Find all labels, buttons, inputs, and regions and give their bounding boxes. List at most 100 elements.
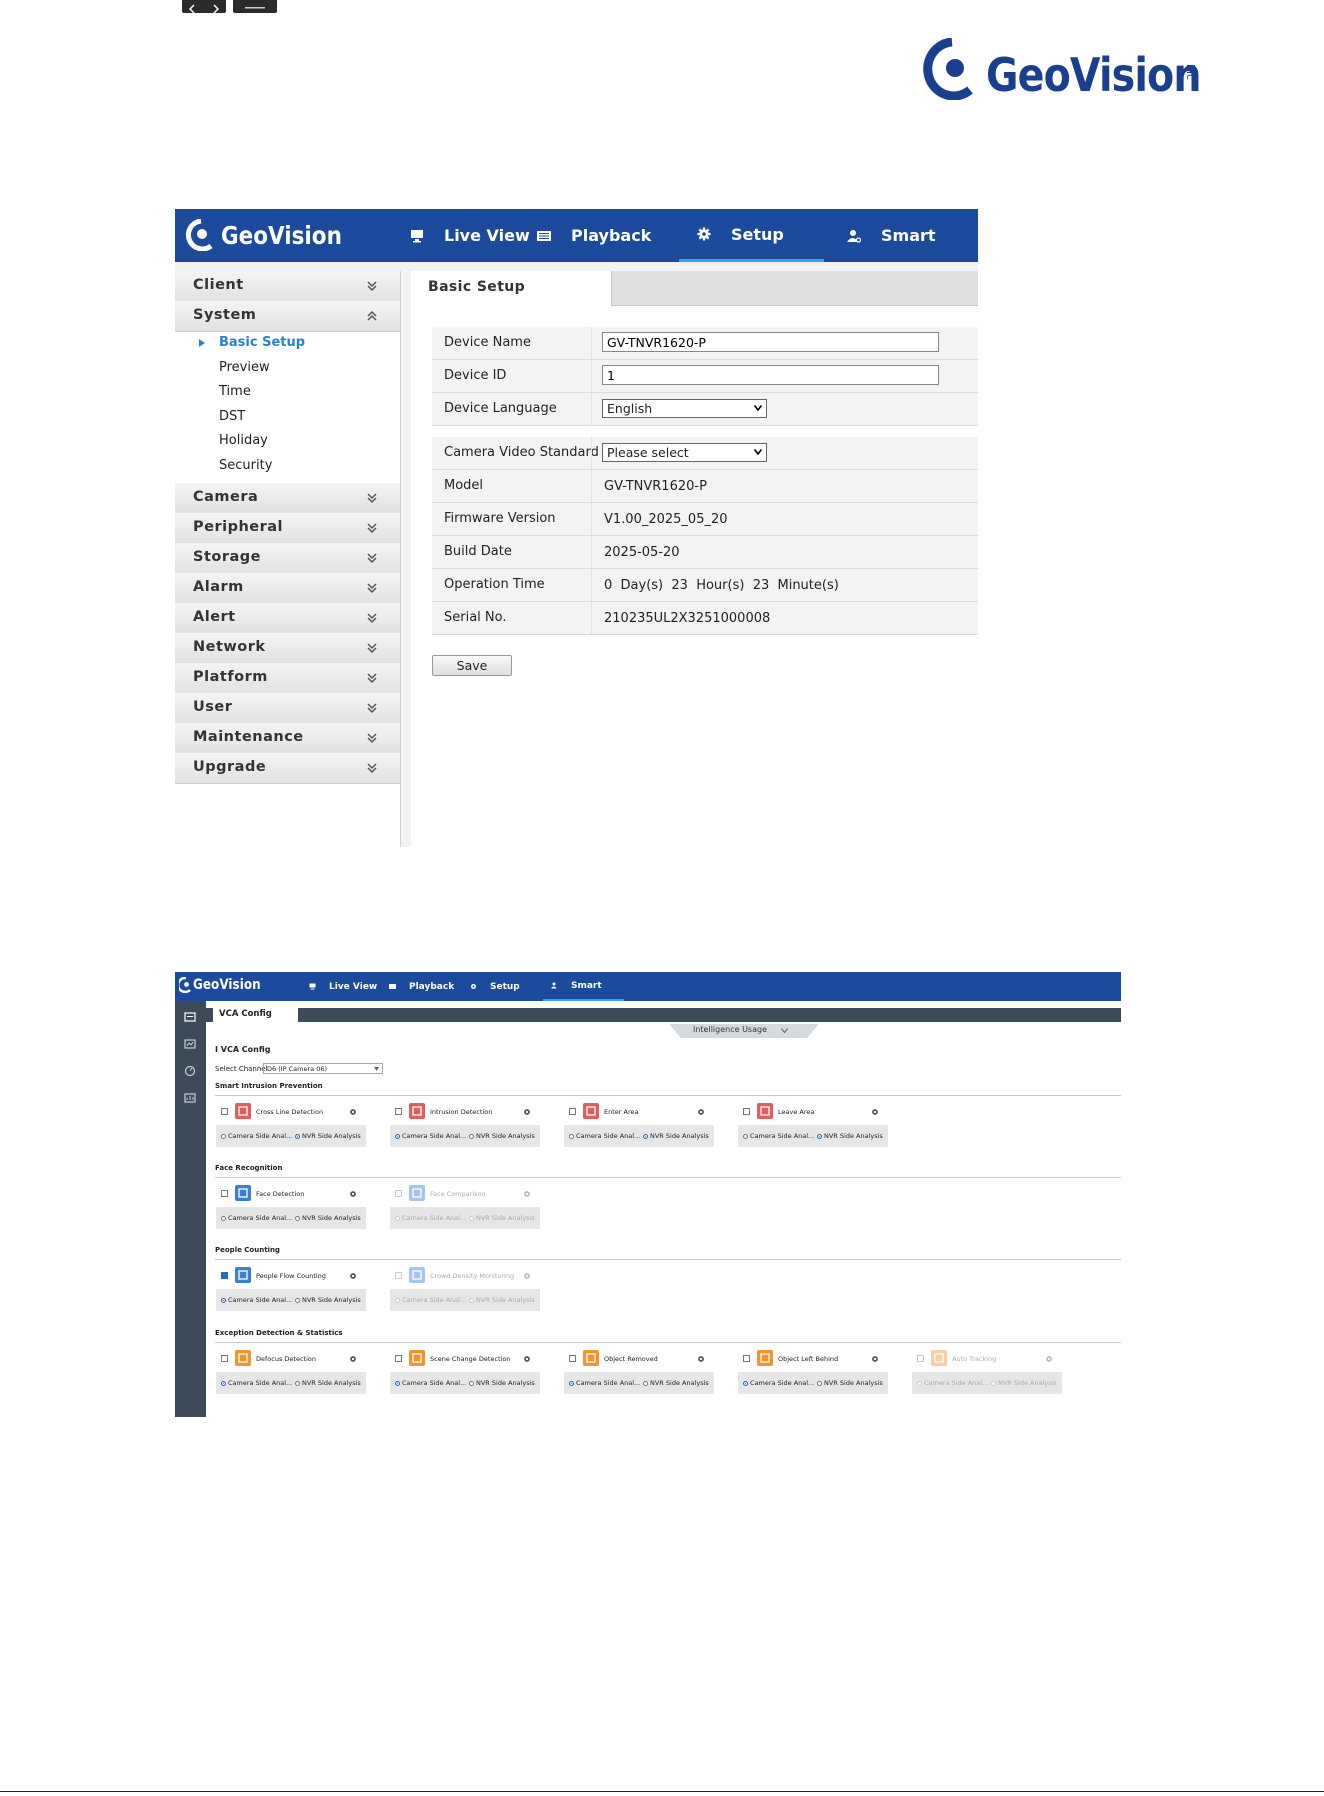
nvr-side-radio[interactable]: NVR Side Analysis [643, 1379, 709, 1387]
enable-checkbox[interactable] [221, 1190, 228, 1197]
enable-checkbox[interactable] [743, 1108, 750, 1115]
camera-side-radio[interactable]: Camera Side Anal... [743, 1379, 814, 1387]
nav-live-view[interactable]: Live View [309, 972, 377, 1001]
camera-side-radio[interactable]: Camera Side Anal... [221, 1132, 292, 1140]
nvr-side-radio[interactable]: NVR Side Analysis [817, 1379, 883, 1387]
nvr-side-radio[interactable]: NVR Side Analysis [991, 1379, 1057, 1387]
sidebar-item-holiday[interactable]: Holiday [219, 433, 268, 448]
camera-side-radio[interactable]: Camera Side Anal... [917, 1379, 988, 1387]
sidebar-section-upgrade[interactable]: Upgrade [175, 753, 400, 784]
enable-checkbox[interactable] [221, 1108, 228, 1115]
sidebar-item-time[interactable]: Time [219, 384, 251, 399]
image-search-icon[interactable] [184, 1038, 196, 1050]
sidebar-section-system[interactable]: System [175, 301, 400, 332]
camera-video-standard-select[interactable]: Please select [602, 443, 767, 462]
film-icon [389, 984, 396, 989]
enable-checkbox[interactable] [221, 1355, 228, 1362]
enable-checkbox[interactable] [221, 1272, 228, 1279]
select-channel-dropdown[interactable]: D6 (IP Camera 06) [263, 1063, 383, 1074]
nav-playback[interactable]: Playback [389, 972, 454, 1001]
save-button[interactable]: Save [432, 655, 512, 676]
gear-icon[interactable] [523, 1355, 531, 1363]
camera-side-radio[interactable]: Camera Side Anal... [395, 1379, 466, 1387]
tab-basic-setup[interactable]: Basic Setup [411, 271, 612, 306]
nvr-side-radio[interactable]: NVR Side Analysis [295, 1132, 361, 1140]
camera-side-radio[interactable]: Camera Side Anal... [395, 1296, 466, 1304]
gear-icon [471, 984, 476, 989]
sidebar-section-client[interactable]: Client [175, 271, 400, 302]
sidebar-item-security[interactable]: Security [219, 458, 272, 473]
gear-icon[interactable] [349, 1190, 357, 1198]
sidebar-section-storage[interactable]: Storage [175, 543, 400, 574]
gear-icon[interactable] [697, 1355, 705, 1363]
vca-config-icon[interactable] [184, 1011, 196, 1023]
nvr-side-radio[interactable]: NVR Side Analysis [295, 1214, 361, 1222]
enable-checkbox[interactable] [395, 1272, 402, 1279]
camera-side-radio[interactable]: Camera Side Anal... [569, 1379, 640, 1387]
sidebar-section-platform[interactable]: Platform [175, 663, 400, 694]
enable-checkbox[interactable] [395, 1355, 402, 1362]
enable-checkbox[interactable] [395, 1108, 402, 1115]
sidebar-item-preview[interactable]: Preview [219, 360, 270, 375]
sidebar-section-network[interactable]: Network [175, 633, 400, 664]
gear-icon[interactable] [523, 1272, 531, 1280]
sidebar-section-user[interactable]: User [175, 693, 400, 724]
report-icon[interactable] [184, 1092, 196, 1104]
nav-smart[interactable]: Smart [543, 972, 624, 1001]
camera-side-radio[interactable]: Camera Side Anal... [743, 1132, 814, 1140]
gear-icon[interactable] [349, 1108, 357, 1116]
gear-icon[interactable] [871, 1108, 879, 1116]
sidebar-section-maintenance[interactable]: Maintenance [175, 723, 400, 754]
gear-icon[interactable] [523, 1190, 531, 1198]
function-glyph-icon [760, 1106, 770, 1116]
statistics-icon[interactable] [184, 1065, 196, 1077]
nvr-side-radio[interactable]: NVR Side Analysis [469, 1379, 535, 1387]
nav-smart[interactable]: Smart [847, 209, 936, 262]
row-divider [591, 437, 592, 470]
function-icon [409, 1267, 425, 1283]
build-date-row: Build Date 2025-05-20 [432, 536, 978, 569]
nvr-side-radio[interactable]: NVR Side Analysis [295, 1296, 361, 1304]
camera-side-radio[interactable]: Camera Side Anal... [221, 1379, 292, 1387]
gear-icon[interactable] [349, 1355, 357, 1363]
sidebar-section-alarm[interactable]: Alarm [175, 573, 400, 604]
nvr-side-radio[interactable]: NVR Side Analysis [295, 1379, 361, 1387]
nav-live-view[interactable]: Live View [410, 209, 530, 262]
prev-next-button[interactable] [182, 0, 226, 14]
gear-icon[interactable] [523, 1108, 531, 1116]
menu-button[interactable] [233, 0, 277, 13]
nav-setup[interactable]: Setup [679, 209, 824, 262]
camera-side-radio[interactable]: Camera Side Anal... [221, 1296, 292, 1304]
camera-side-radio[interactable]: Camera Side Anal... [221, 1214, 292, 1222]
nav-playback[interactable]: Playback [537, 209, 651, 262]
select-channel-value: D6 (IP Camera 06) [267, 1065, 328, 1073]
sidebar-item-dst[interactable]: DST [219, 409, 245, 424]
sidebar-item-basic-setup[interactable]: Basic Setup [219, 335, 305, 350]
nvr-side-radio[interactable]: NVR Side Analysis [817, 1132, 883, 1140]
device-name-input[interactable] [602, 332, 939, 352]
camera-side-radio[interactable]: Camera Side Anal... [395, 1214, 466, 1222]
gear-icon[interactable] [871, 1355, 879, 1363]
sidebar-section-alert[interactable]: Alert [175, 603, 400, 634]
enable-checkbox[interactable] [569, 1108, 576, 1115]
camera-side-radio[interactable]: Camera Side Anal... [395, 1132, 466, 1140]
camera-side-radio[interactable]: Camera Side Anal... [569, 1132, 640, 1140]
enable-checkbox[interactable] [395, 1190, 402, 1197]
enable-checkbox[interactable] [569, 1355, 576, 1362]
nvr-side-radio[interactable]: NVR Side Analysis [469, 1214, 535, 1222]
device-id-input[interactable] [602, 365, 939, 385]
enable-checkbox[interactable] [743, 1355, 750, 1362]
nvr-side-radio[interactable]: NVR Side Analysis [469, 1132, 535, 1140]
nvr-side-radio[interactable]: NVR Side Analysis [643, 1132, 709, 1140]
device-language-select[interactable]: English [602, 399, 767, 418]
enable-checkbox[interactable] [917, 1355, 924, 1362]
sidebar-section-peripheral[interactable]: Peripheral [175, 513, 400, 544]
sidebar-section-camera[interactable]: Camera [175, 483, 400, 514]
tab-vca-config[interactable]: VCA Config [213, 1008, 298, 1023]
gear-icon[interactable] [349, 1272, 357, 1280]
nvr-side-radio[interactable]: NVR Side Analysis [469, 1296, 535, 1304]
gear-icon[interactable] [1045, 1355, 1053, 1363]
intelligence-usage-toggle[interactable]: Intelligence Usage [669, 1024, 819, 1038]
gear-icon[interactable] [697, 1108, 705, 1116]
nav-setup[interactable]: Setup [470, 972, 520, 1001]
